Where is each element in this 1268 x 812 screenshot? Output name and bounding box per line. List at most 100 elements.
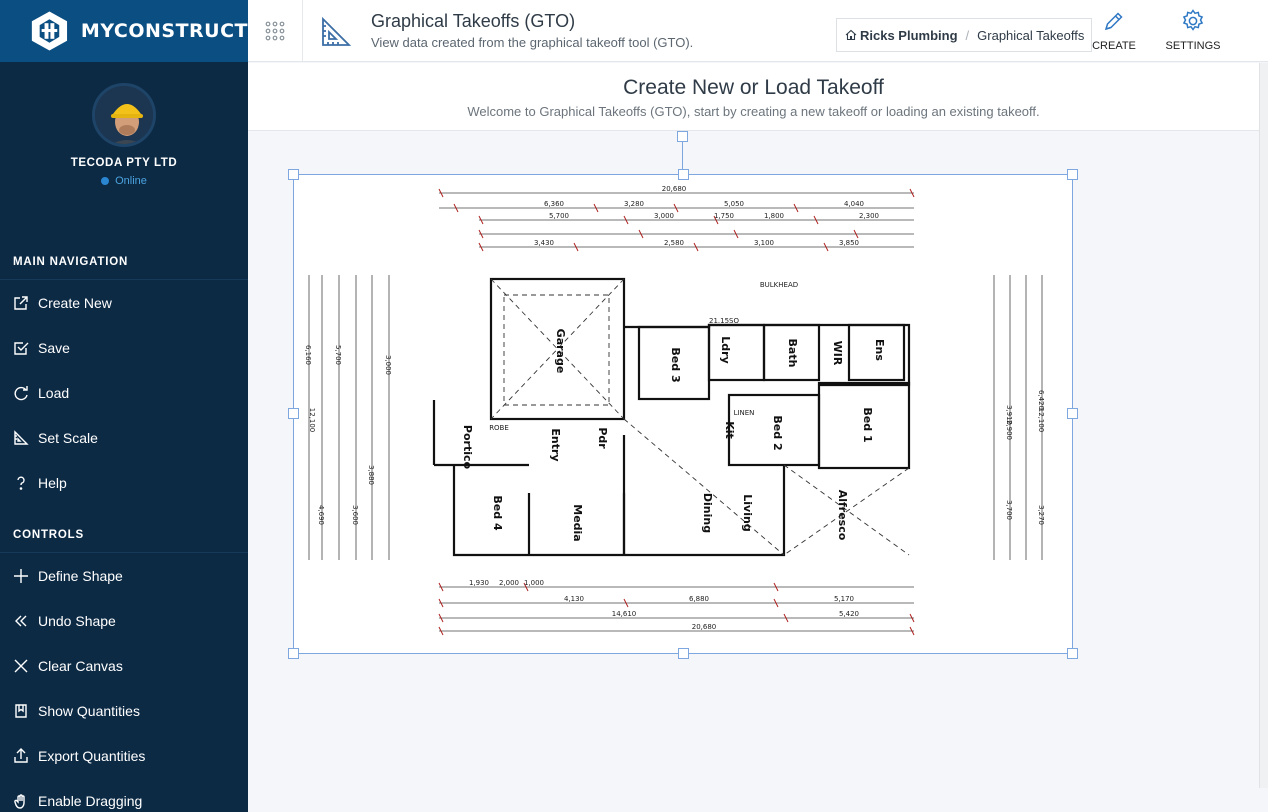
controls-title: CONTROLS: [0, 518, 248, 553]
dimension-label: 1,930: [469, 579, 489, 587]
dimension-label: 20,680: [692, 623, 717, 631]
dimension-label: 5,050: [724, 200, 744, 208]
grid-dots-icon: [265, 21, 285, 41]
plan-annotation: LINEN: [734, 409, 755, 417]
room-label: Bed 4: [491, 495, 504, 531]
resize-handle-bottom[interactable]: [678, 648, 689, 659]
nav-set-scale[interactable]: Set Scale: [0, 415, 248, 460]
control-show-quantities-label: Show Quantities: [38, 702, 140, 719]
room-label: Pdr: [596, 427, 609, 449]
company-name: TECODA PTY LTD: [70, 157, 178, 169]
pencil-icon: [1104, 12, 1123, 31]
resize-handle-bottom-right[interactable]: [1067, 648, 1078, 659]
dimension-label: 3,000: [384, 355, 392, 375]
rotate-handle[interactable]: [677, 131, 688, 142]
resize-handle-bottom-left[interactable]: [288, 648, 299, 659]
double-chevron-left-icon: [12, 612, 30, 630]
dimension-label: 4,040: [844, 200, 864, 208]
dimension-label: 3,600: [351, 505, 359, 525]
apps-grid-button[interactable]: [248, 0, 303, 62]
status-indicator: Online: [0, 175, 248, 187]
room-label: Portico: [461, 425, 474, 470]
dimension-label: 5,700: [549, 212, 569, 220]
main-navigation-title: MAIN NAVIGATION: [0, 245, 248, 280]
top-header: Graphical Takeoffs (GTO) View data creat…: [248, 0, 1268, 62]
control-enable-dragging[interactable]: Enable Dragging: [0, 778, 248, 812]
resize-handle-top-left[interactable]: [288, 169, 299, 180]
set-square-tool-icon: [322, 16, 352, 46]
dimension-label: 3,430: [534, 239, 554, 247]
dimension-label: 3,880: [367, 465, 375, 485]
room-label: Dining: [701, 493, 714, 533]
header-titles: Graphical Takeoffs (GTO) View data creat…: [371, 11, 693, 50]
dimension-label: 6,160: [304, 345, 312, 365]
settings-button[interactable]: SETTINGS: [1163, 6, 1223, 58]
resize-handle-top-right[interactable]: [1067, 169, 1078, 180]
dimension-label: 3,100: [754, 239, 774, 247]
book-icon: [12, 702, 30, 720]
control-show-quantities[interactable]: Show Quantities: [0, 688, 248, 733]
room-label: Ldry: [719, 336, 732, 363]
content-subtitle: Welcome to Graphical Takeoffs (GTO), sta…: [467, 104, 1040, 119]
nav-help[interactable]: Help: [0, 460, 248, 505]
room-label: Bed 2: [771, 415, 784, 450]
checkbox-icon: [12, 339, 30, 357]
dimension-label: 3,280: [624, 200, 644, 208]
control-clear-canvas[interactable]: Clear Canvas: [0, 643, 248, 688]
takeoff-canvas[interactable]: Garage Bed 3 Bed 1 Bed 2 Bed 4 Media Dining Liv…: [248, 131, 1259, 812]
nav-create-new[interactable]: Create New: [0, 280, 248, 325]
nav-save[interactable]: Save: [0, 325, 248, 370]
room-label: Ens: [873, 339, 886, 361]
dimension-label: 4,690: [317, 505, 325, 525]
dimension-label: 1,000: [524, 579, 544, 587]
dimension-label: 12,100: [1037, 408, 1045, 433]
gear-icon: [1182, 9, 1204, 31]
room-label: WIR: [831, 341, 844, 366]
plan-annotation: 21.15SO: [709, 317, 739, 325]
avatar-photo: [95, 86, 153, 144]
external-link-icon: [12, 294, 30, 312]
resize-handle-left[interactable]: [288, 408, 299, 419]
brand-name: MYCONSTRUCT: [80, 20, 248, 42]
dimension-label: 5,170: [834, 595, 854, 603]
close-icon: [12, 657, 30, 675]
dimension-label: 2,300: [859, 212, 879, 220]
floorplan-image[interactable]: Garage Bed 3 Bed 1 Bed 2 Bed 4 Media Dining Liv…: [288, 169, 1078, 659]
nav-load-label: Load: [38, 384, 70, 401]
control-export-quantities[interactable]: Export Quantities: [0, 733, 248, 778]
room-label: Bath: [786, 339, 799, 368]
dimension-label: 1,750: [714, 212, 734, 220]
control-clear-canvas-label: Clear Canvas: [38, 657, 123, 674]
online-dot-icon: [101, 177, 110, 185]
control-undo-shape[interactable]: Undo Shape: [0, 598, 248, 643]
vertical-scrollbar[interactable]: [1259, 63, 1268, 788]
breadcrumb-separator: /: [965, 27, 970, 43]
breadcrumb: Ricks Plumbing / Graphical Takeoffs: [836, 18, 1093, 52]
dimension-label: 1,800: [764, 212, 784, 220]
control-define-shape[interactable]: Define Shape: [0, 553, 248, 598]
nav-load[interactable]: Load: [0, 370, 248, 415]
nav-help-label: Help: [38, 474, 67, 491]
dimension-label: 3,700: [1005, 500, 1013, 520]
breadcrumb-home[interactable]: Ricks Plumbing: [845, 28, 958, 43]
dimension-label: 2,900: [1005, 420, 1013, 440]
resize-handle-right[interactable]: [1067, 408, 1078, 419]
logo-icon: [31, 11, 68, 51]
brand-logo[interactable]: MYCONSTRUCT: [0, 0, 248, 62]
avatar[interactable]: [92, 83, 156, 147]
breadcrumb-current: Graphical Takeoffs: [977, 27, 1085, 43]
page-title: Graphical Takeoffs (GTO): [371, 11, 576, 31]
plan-annotation: ROBE: [489, 424, 509, 432]
nav-create-new-label: Create New: [38, 294, 112, 311]
room-label: Bed 1: [861, 407, 874, 442]
breadcrumb-home-label: Ricks Plumbing: [860, 27, 958, 43]
control-export-quantities-label: Export Quantities: [38, 747, 146, 764]
room-label: Media: [571, 504, 584, 541]
resize-handle-top[interactable]: [678, 169, 689, 180]
create-button[interactable]: CREATE: [1084, 6, 1144, 58]
dimension-label: 3,270: [1037, 505, 1045, 525]
content-header: Create New or Load Takeoff Welcome to Gr…: [248, 63, 1259, 131]
dimension-label: 12,100: [308, 408, 316, 433]
dimension-label: 4,130: [564, 595, 584, 603]
home-icon: [845, 29, 857, 41]
